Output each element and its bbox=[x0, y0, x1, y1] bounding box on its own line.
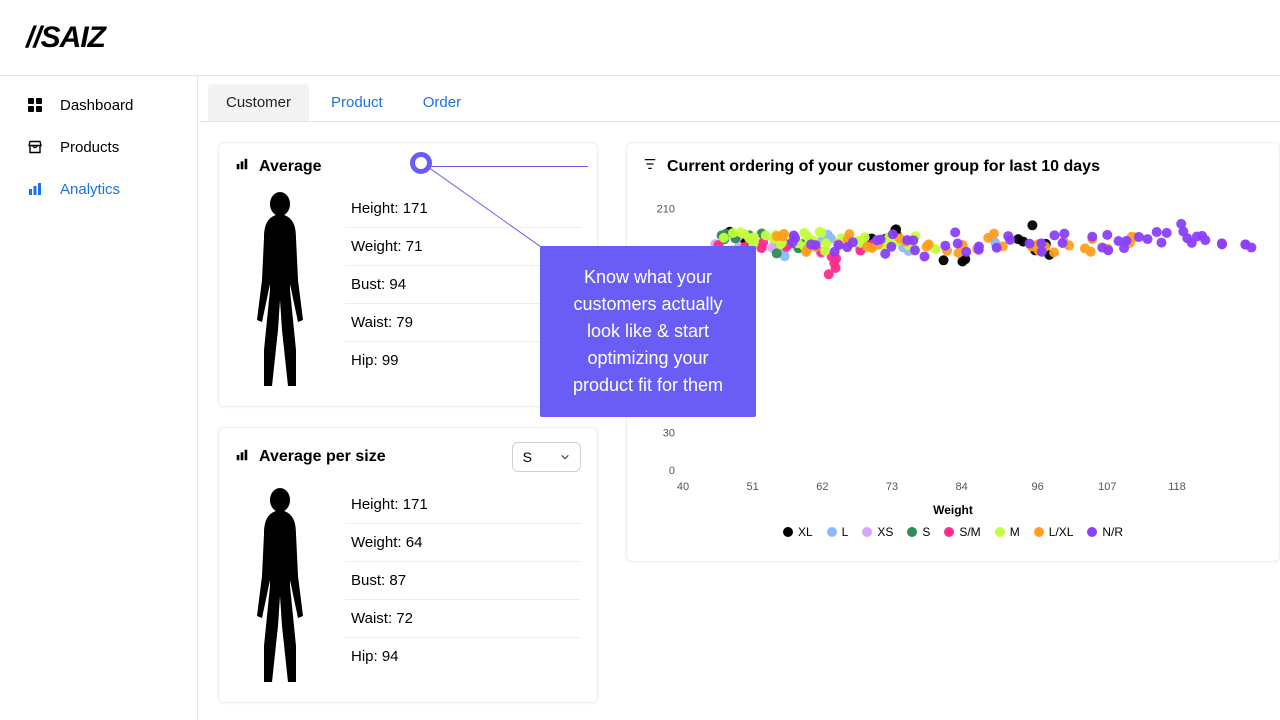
legend-item[interactable]: L bbox=[827, 525, 849, 539]
legend-dot-icon bbox=[827, 527, 837, 537]
card-title: Average bbox=[259, 158, 322, 176]
topbar: //SAIZ bbox=[0, 0, 1280, 76]
legend-dot-icon bbox=[944, 527, 954, 537]
legend-item[interactable]: L/XL bbox=[1034, 525, 1074, 539]
legend-dot-icon bbox=[995, 527, 1005, 537]
legend-dot-icon bbox=[783, 527, 793, 537]
sidebar-item-label: Analytics bbox=[60, 181, 120, 198]
size-select-value: S bbox=[523, 449, 532, 465]
storefront-icon bbox=[26, 138, 44, 156]
measure-row: Waist: 72 bbox=[345, 600, 581, 638]
legend-item[interactable]: XS bbox=[862, 525, 893, 539]
svg-text:62: 62 bbox=[816, 481, 828, 493]
legend-item[interactable]: XL bbox=[783, 525, 813, 539]
legend-dot-icon bbox=[1087, 527, 1097, 537]
bars-icon bbox=[26, 180, 44, 198]
svg-text:210: 210 bbox=[657, 203, 675, 215]
legend-label: L/XL bbox=[1049, 525, 1074, 539]
legend-label: M bbox=[1010, 525, 1020, 539]
tab-customer[interactable]: Customer bbox=[208, 84, 309, 121]
bars-icon bbox=[235, 157, 249, 176]
svg-text:96: 96 bbox=[1032, 481, 1044, 493]
callout-box: Know what your customers actually look l… bbox=[540, 246, 756, 417]
sidebar-item-products[interactable]: Products bbox=[0, 126, 197, 168]
measure-row: Weight: 64 bbox=[345, 524, 581, 562]
svg-text:40: 40 bbox=[677, 481, 689, 493]
measure-row: Hip: 94 bbox=[345, 638, 581, 675]
sidebar-item-dashboard[interactable]: Dashboard bbox=[0, 84, 197, 126]
svg-text:73: 73 bbox=[886, 481, 898, 493]
svg-text:107: 107 bbox=[1098, 481, 1116, 493]
legend-label: XL bbox=[798, 525, 813, 539]
callout-text: Know what your customers actually look l… bbox=[573, 267, 723, 395]
svg-text:118: 118 bbox=[1168, 481, 1186, 493]
chart-title: Current ordering of your customer group … bbox=[667, 158, 1100, 176]
sidebar: Dashboard Products Analytics bbox=[0, 76, 198, 720]
right-column: Current ordering of your customer group … bbox=[626, 142, 1280, 703]
tab-order[interactable]: Order bbox=[405, 84, 479, 121]
legend-item[interactable]: M bbox=[995, 525, 1020, 539]
sidebar-item-analytics[interactable]: Analytics bbox=[0, 168, 197, 210]
card-average-per-size: Average per size S bbox=[218, 427, 598, 703]
layout: Dashboard Products Analytics Customer Pr… bbox=[0, 76, 1280, 720]
brand-logo: //SAIZ bbox=[26, 21, 105, 55]
svg-text:84: 84 bbox=[956, 481, 968, 493]
measures-list: Height: 171Weight: 64Bust: 87Waist: 72Hi… bbox=[345, 486, 581, 686]
sidebar-item-label: Products bbox=[60, 139, 119, 156]
filter-icon bbox=[643, 157, 657, 176]
legend-item[interactable]: S bbox=[907, 525, 930, 539]
chart-legend: XL L XS S S/M M L/XL N/R bbox=[643, 525, 1263, 539]
body-silhouette-icon bbox=[235, 486, 325, 686]
svg-text:0: 0 bbox=[669, 465, 675, 477]
legend-label: S/M bbox=[959, 525, 980, 539]
legend-label: XS bbox=[877, 525, 893, 539]
svg-text:30: 30 bbox=[663, 428, 675, 440]
legend-item[interactable]: S/M bbox=[944, 525, 980, 539]
legend-dot-icon bbox=[862, 527, 872, 537]
tab-product[interactable]: Product bbox=[313, 84, 401, 121]
x-axis-label: Weight bbox=[643, 503, 1263, 517]
legend-dot-icon bbox=[907, 527, 917, 537]
legend-dot-icon bbox=[1034, 527, 1044, 537]
legend-label: L bbox=[842, 525, 849, 539]
svg-text:51: 51 bbox=[747, 481, 759, 493]
sidebar-item-label: Dashboard bbox=[60, 97, 133, 114]
callout-ring-icon bbox=[410, 152, 432, 174]
legend-item[interactable]: N/R bbox=[1087, 525, 1123, 539]
legend-label: N/R bbox=[1102, 525, 1123, 539]
main: Customer Product Order Average bbox=[198, 76, 1280, 720]
measure-row: Bust: 87 bbox=[345, 562, 581, 600]
bars-icon bbox=[235, 448, 249, 467]
legend-label: S bbox=[922, 525, 930, 539]
grid-icon bbox=[26, 96, 44, 114]
chevron-down-icon bbox=[560, 449, 570, 465]
card-title: Average per size bbox=[259, 448, 386, 466]
size-select[interactable]: S bbox=[512, 442, 581, 472]
body-silhouette-icon bbox=[235, 190, 325, 390]
tabs: Customer Product Order bbox=[200, 76, 1280, 122]
measure-row: Height: 171 bbox=[345, 486, 581, 524]
